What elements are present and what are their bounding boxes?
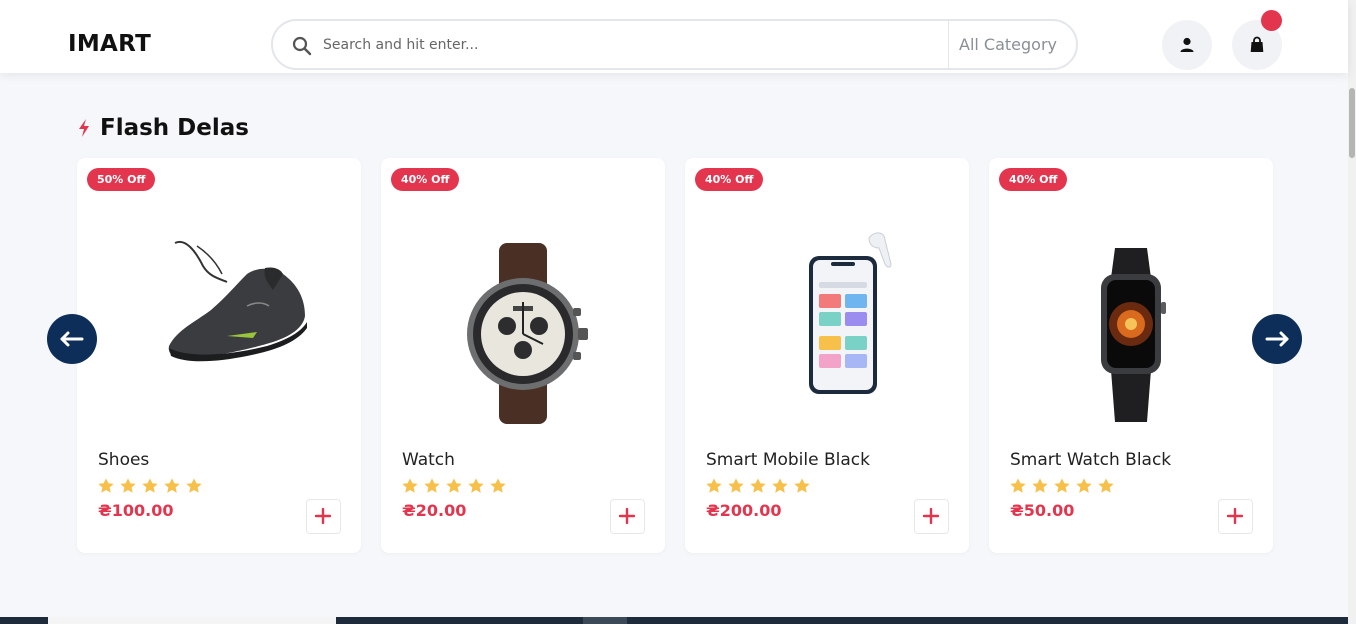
star-icon <box>468 478 484 493</box>
product-rating <box>1009 477 1115 495</box>
plus-icon <box>1227 508 1243 524</box>
plus-icon <box>315 508 331 524</box>
product-card[interactable]: 40% Off Smart Mobile Black ₴200.00 <box>685 158 969 553</box>
discount-badge: 40% Off <box>999 168 1068 191</box>
scrollbar-thumb[interactable] <box>1349 88 1355 158</box>
discount-badge: 50% Off <box>87 168 156 191</box>
shopping-bag-icon <box>1250 36 1264 52</box>
search-input[interactable] <box>323 34 923 56</box>
search-divider <box>948 21 949 68</box>
search-icon[interactable] <box>292 36 312 56</box>
product-name[interactable]: Smart Mobile Black <box>706 450 870 470</box>
product-rating <box>705 477 811 495</box>
product-rating <box>97 477 203 495</box>
section-title: Flash Delas <box>100 115 249 141</box>
plus-icon <box>619 508 635 524</box>
banner-edge <box>48 617 336 624</box>
product-card[interactable]: 40% Off Watch ₴20.00 <box>381 158 665 553</box>
search-bar: All Category <box>271 19 1078 70</box>
site-header: IMART All Category <box>0 0 1348 73</box>
add-to-cart-button[interactable] <box>1218 499 1253 534</box>
star-icon <box>728 478 744 493</box>
star-icon <box>1032 478 1048 493</box>
star-icon <box>750 478 766 493</box>
cart-badge <box>1261 10 1282 31</box>
add-to-cart-button[interactable] <box>914 499 949 534</box>
product-price: ₴20.00 <box>402 501 467 520</box>
shoe-icon[interactable] <box>77 198 361 448</box>
arrow-right-icon <box>1265 331 1289 347</box>
account-button[interactable] <box>1162 20 1212 70</box>
section-header: Flash Delas <box>76 115 249 141</box>
add-to-cart-button[interactable] <box>610 499 645 534</box>
add-to-cart-button[interactable] <box>306 499 341 534</box>
star-icon <box>446 478 462 493</box>
product-card[interactable]: 50% Off Shoes ₴100.00 <box>77 158 361 553</box>
star-icon <box>98 478 114 493</box>
next-section-strip <box>0 617 1348 624</box>
star-icon <box>1076 478 1092 493</box>
star-icon <box>1010 478 1026 493</box>
product-name[interactable]: Watch <box>402 450 455 470</box>
star-icon <box>1054 478 1070 493</box>
star-icon <box>424 478 440 493</box>
product-rating <box>401 477 507 495</box>
star-icon <box>490 478 506 493</box>
discount-badge: 40% Off <box>695 168 764 191</box>
user-icon <box>1180 37 1194 52</box>
category-select[interactable]: All Category <box>959 35 1057 54</box>
product-name[interactable]: Smart Watch Black <box>1010 450 1171 470</box>
star-icon <box>186 478 202 493</box>
plus-icon <box>923 508 939 524</box>
carousel-next-button[interactable] <box>1252 314 1302 364</box>
star-icon <box>120 478 136 493</box>
product-card[interactable]: 40% Off Smart Watch Black ₴50.00 <box>989 158 1273 553</box>
star-icon <box>772 478 788 493</box>
arrow-left-icon <box>60 331 84 347</box>
star-icon <box>706 478 722 493</box>
site-logo[interactable]: IMART <box>68 31 151 57</box>
watch-icon[interactable] <box>381 198 665 448</box>
product-price: ₴50.00 <box>1010 501 1075 520</box>
smartphone-icon[interactable] <box>685 198 969 448</box>
star-icon <box>1098 478 1114 493</box>
carousel-prev-button[interactable] <box>47 314 97 364</box>
discount-badge: 40% Off <box>391 168 460 191</box>
banner-edge <box>583 617 627 624</box>
star-icon <box>402 478 418 493</box>
star-icon <box>164 478 180 493</box>
lightning-icon <box>79 119 89 137</box>
product-price: ₴100.00 <box>98 501 174 520</box>
smartwatch-icon[interactable] <box>989 198 1273 448</box>
star-icon <box>794 478 810 493</box>
star-icon <box>142 478 158 493</box>
product-price: ₴200.00 <box>706 501 782 520</box>
product-name[interactable]: Shoes <box>98 450 149 470</box>
page-scrollbar[interactable] <box>1348 0 1356 624</box>
